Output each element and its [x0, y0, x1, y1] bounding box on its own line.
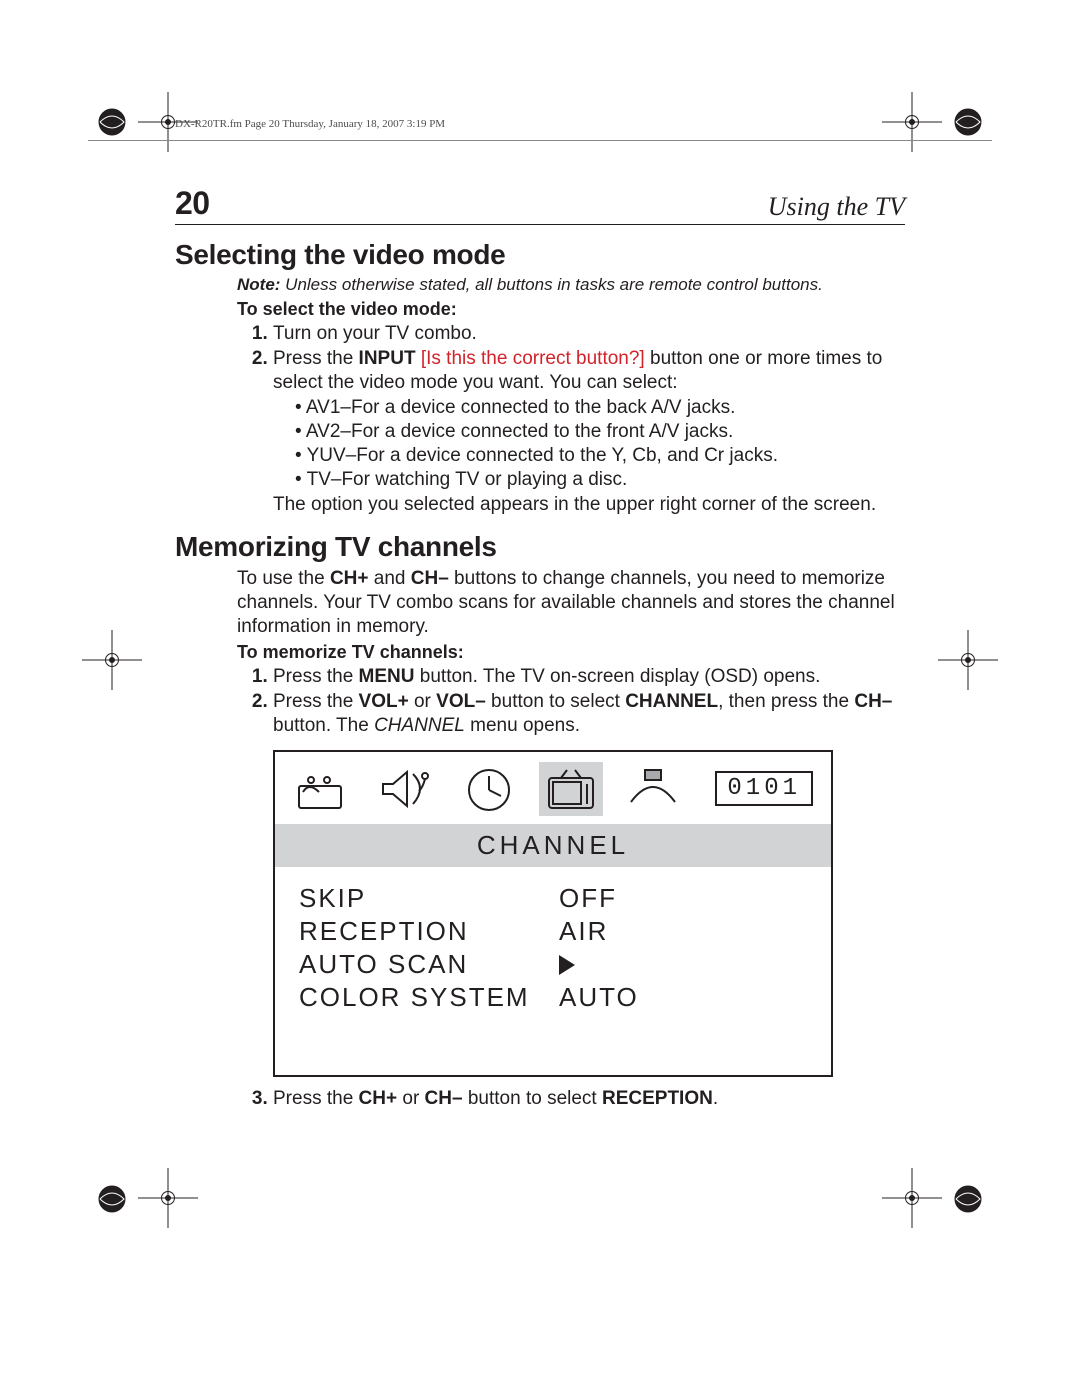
bullet-list: AV1–For a device connected to the back A…: [295, 396, 905, 491]
channel-tv-icon: [539, 762, 603, 816]
osd-title: CHANNEL: [275, 824, 831, 867]
procedure-steps-continued: Press the CH+ or CH– button to select RE…: [237, 1087, 905, 1111]
crop-mark-ornament: [951, 105, 985, 139]
page-number: 20: [175, 185, 210, 222]
running-head: Using the TV: [768, 192, 905, 222]
procedure-heading: To select the video mode:: [237, 299, 905, 320]
play-triangle-icon: [559, 955, 575, 975]
procedure-steps: Turn on your TV combo. Press the INPUT […: [237, 322, 905, 517]
osd-row-autoscan: AUTO SCAN: [299, 949, 807, 980]
step: Press the INPUT [Is this the correct but…: [273, 347, 905, 517]
source-file-meta: DX-R20TR.fm Page 20 Thursday, January 18…: [175, 118, 445, 130]
note-line: Note: Unless otherwise stated, all butto…: [237, 275, 905, 295]
crop-mark-ornament: [95, 1182, 129, 1216]
bullet: AV2–For a device connected to the front …: [295, 420, 905, 444]
review-comment: [Is this the correct button?]: [416, 348, 650, 369]
step: Press the VOL+ or VOL– button to select …: [273, 690, 905, 738]
step: Turn on your TV combo.: [273, 322, 905, 346]
osd-menu-rows: SKIPOFF RECEPTIONAIR AUTO SCAN COLOR SYS…: [275, 867, 831, 1075]
sound-icon: [375, 762, 439, 816]
crop-mark-ornament: [951, 1182, 985, 1216]
step: Press the CH+ or CH– button to select RE…: [273, 1087, 905, 1111]
bullet: TV–For watching TV or playing a disc.: [295, 468, 905, 492]
procedure-heading: To memorize TV channels:: [237, 642, 905, 663]
osd-tab-icons: 0101: [275, 752, 831, 824]
picture-icon: [293, 762, 357, 816]
bullet: AV1–For a device connected to the back A…: [295, 396, 905, 420]
timer-icon: [457, 762, 521, 816]
osd-row-reception: RECEPTIONAIR: [299, 916, 807, 947]
section-title-video-mode: Selecting the video mode: [175, 239, 905, 271]
procedure-steps: Press the MENU button. The TV on-screen …: [237, 665, 905, 737]
crop-mark-ornament: [95, 105, 129, 139]
section-intro: To use the CH+ and CH– buttons to change…: [237, 567, 905, 638]
osd-channel-number: 0101: [715, 771, 813, 806]
function-icon: [621, 762, 685, 816]
section-title-memorizing: Memorizing TV channels: [175, 531, 905, 563]
page-header: 20 Using the TV: [175, 185, 905, 225]
osd-row-skip: SKIPOFF: [299, 883, 807, 914]
osd-channel-menu: 0101 CHANNEL SKIPOFF RECEPTIONAIR AUTO S…: [273, 750, 833, 1077]
step: Press the MENU button. The TV on-screen …: [273, 665, 905, 689]
bullet: YUV–For a device connected to the Y, Cb,…: [295, 444, 905, 468]
header-thin-rule: [88, 140, 992, 141]
osd-row-color-system: COLOR SYSTEMAUTO: [299, 982, 807, 1013]
